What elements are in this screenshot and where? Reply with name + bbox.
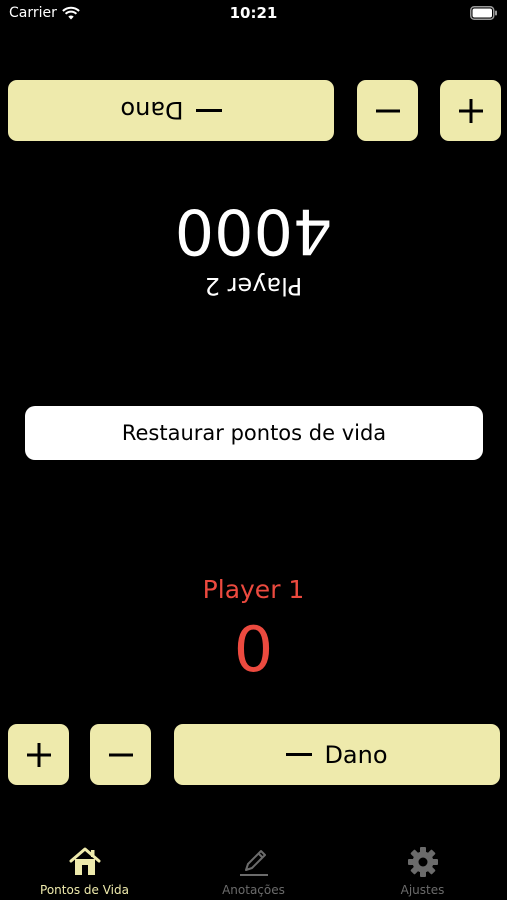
tab-anotacoes[interactable]: Anotações: [169, 838, 338, 900]
gear-icon: [407, 847, 438, 877]
minus-icon: [286, 753, 313, 756]
tab-label: Anotações: [222, 883, 285, 897]
tab-label: Pontos de Vida: [40, 883, 129, 897]
tab-ajustes[interactable]: Ajustes: [338, 838, 507, 900]
tab-bar: Pontos de Vida Anotações Ajustes: [0, 838, 507, 900]
plus-icon: [26, 742, 51, 767]
player1-decrement-button[interactable]: [90, 724, 151, 785]
restore-life-button[interactable]: Restaurar pontos de vida: [25, 406, 483, 460]
battery-icon: [470, 6, 497, 20]
player1-dano-button[interactable]: Dano: [174, 724, 500, 785]
minus-icon: [108, 753, 133, 756]
pencil-icon: [239, 850, 268, 876]
player1-dano-label: Dano: [324, 740, 388, 769]
tab-pontos-de-vida[interactable]: Pontos de Vida: [0, 838, 169, 900]
player1-life: 0: [233, 613, 274, 686]
clock: 10:21: [229, 4, 278, 22]
status-bar: Carrier 10:21: [0, 0, 507, 30]
player2-life: 4000: [174, 195, 333, 268]
player2-name: Player 2: [204, 272, 303, 300]
tab-label: Ajustes: [400, 883, 445, 897]
house-icon: [69, 847, 100, 875]
player1-name: Player 1: [202, 575, 305, 604]
player2-panel: Player 2 4000: [0, 70, 507, 300]
player1-increment-button[interactable]: [8, 724, 69, 785]
